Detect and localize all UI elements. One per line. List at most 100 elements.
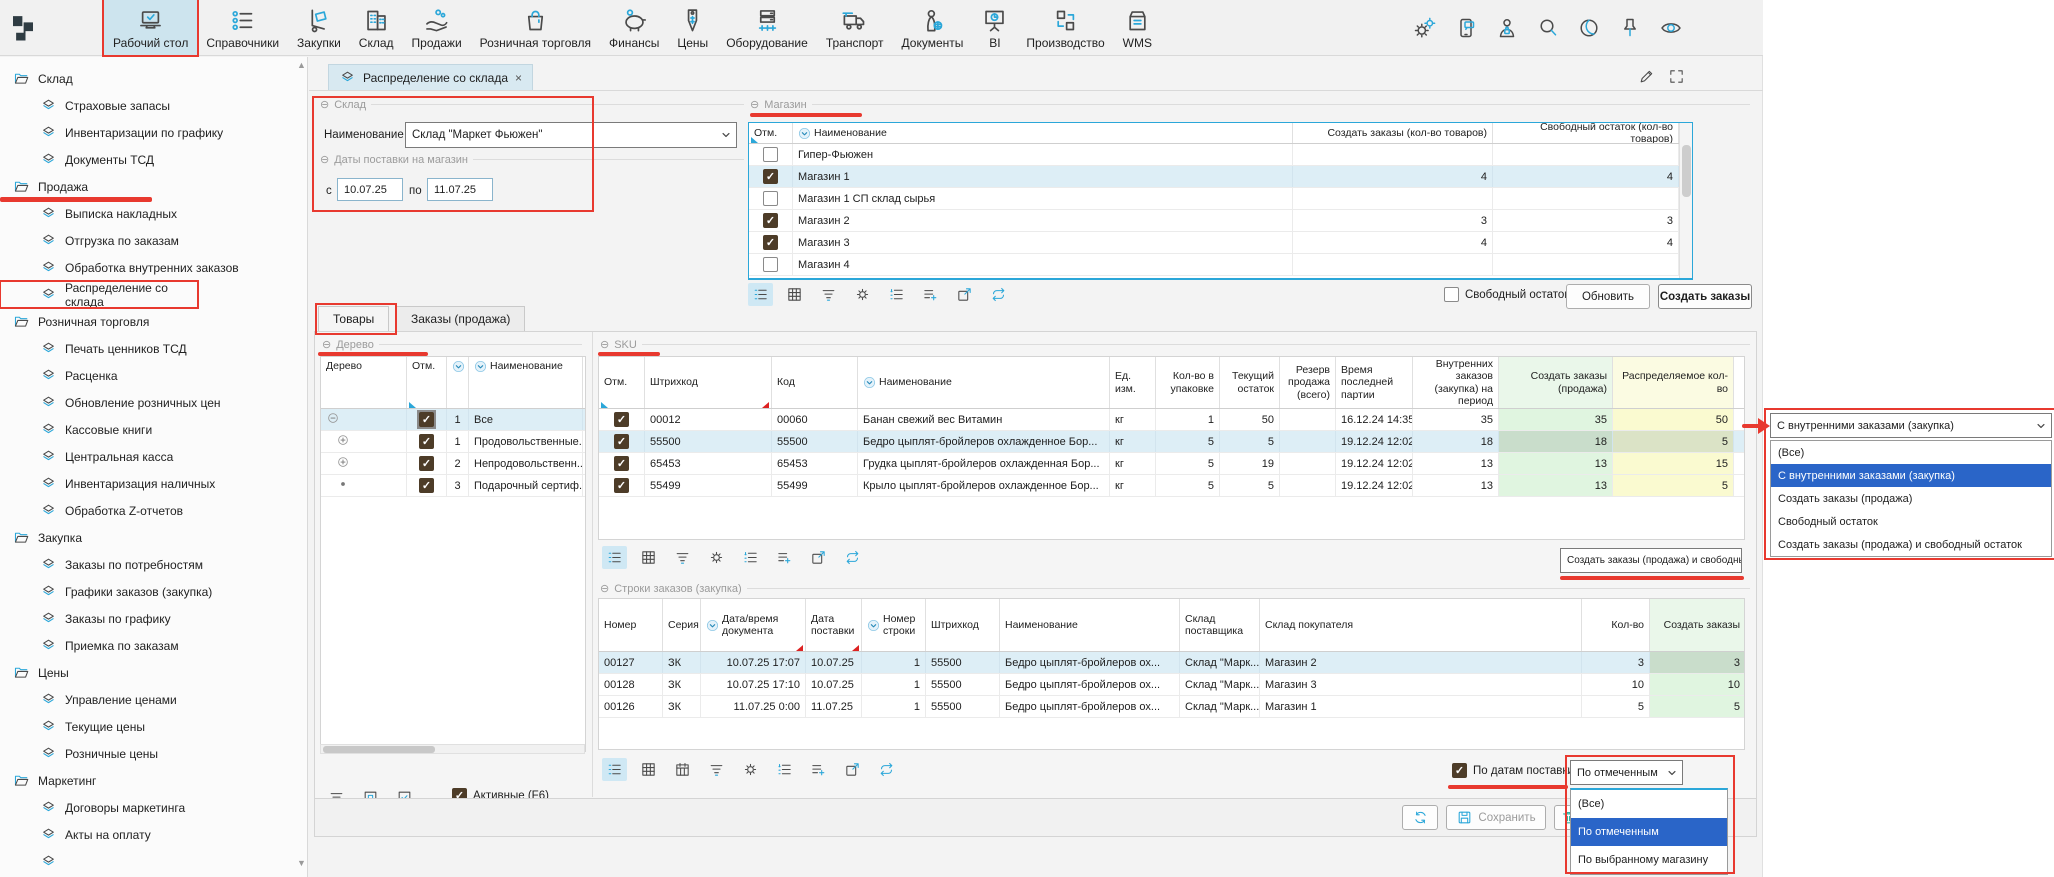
dropdown-option[interactable]: По выбранному магазину <box>1571 846 1727 874</box>
sidebar-item-страховые-запасы[interactable]: Страховые запасы <box>0 92 307 119</box>
checkbox-icon[interactable]: ✓ <box>614 478 629 493</box>
checkbox-icon[interactable]: ✓ <box>763 169 778 184</box>
fullscreen-icon[interactable] <box>1668 68 1685 85</box>
sidebar-item-центральная-касса[interactable]: Центральная касса <box>0 443 307 470</box>
table-row[interactable]: ✓5550055500Бедро цыплят-бройлеров охлажд… <box>599 431 1744 453</box>
toolbar-item-bi[interactable]: BI <box>972 0 1017 55</box>
sort-filter-icon[interactable] <box>706 619 719 632</box>
column-header[interactable]: Создать заказы (продажа) <box>1499 357 1613 408</box>
scrollbar-thumb[interactable] <box>1682 145 1691 197</box>
sidebar-item-инвентаризации-по-графику[interactable]: Инвентаризации по графику <box>0 119 307 146</box>
eye-icon[interactable] <box>1659 16 1683 40</box>
tree-expand[interactable] <box>326 433 350 450</box>
sort-filter-icon[interactable] <box>474 360 487 373</box>
sidebar-item-расценка[interactable]: Расценка <box>0 362 307 389</box>
toolbar-item-рабочий-стол[interactable]: Рабочий стол <box>104 0 197 55</box>
tblist-button[interactable] <box>748 283 773 306</box>
column-header[interactable]: Код <box>772 357 858 408</box>
table-row[interactable]: 00128ЗК10.07.25 17:1010.07.25155500Бедро… <box>599 674 1744 696</box>
sidebar-group-маркетинг[interactable]: Маркетинг <box>0 767 307 794</box>
table-row[interactable]: ✓1Продовольственные... <box>321 431 585 453</box>
lines-filter-select[interactable]: По отмеченным <box>1570 760 1683 785</box>
free-rest-checkbox[interactable]: Свободный остаток <box>1444 287 1569 302</box>
refresh-orders-button[interactable]: Обновить <box>1566 284 1650 309</box>
tbgrid-button[interactable] <box>636 758 661 781</box>
tree-expand[interactable] <box>326 411 340 428</box>
dropdown-option[interactable]: Свободный остаток <box>1771 510 2051 533</box>
sidebar-item-договоры-маркетинга[interactable]: Договоры маркетинга <box>0 794 307 821</box>
toolbar-item-финансы[interactable]: Финансы <box>600 0 668 55</box>
checkbox-icon[interactable]: ✓ <box>419 456 434 471</box>
tree-expand[interactable] <box>326 477 350 494</box>
table-row[interactable]: 00126ЗК11.07.25 0:0011.07.25155500Бедро … <box>599 696 1744 718</box>
column-header[interactable]: Штрихкод <box>926 599 1000 651</box>
tbexport-button[interactable] <box>806 546 831 569</box>
tbadd-button[interactable] <box>772 546 797 569</box>
tbfilter-button[interactable] <box>670 546 695 569</box>
tbgear-button[interactable] <box>738 758 763 781</box>
dropdown-option[interactable]: По отмеченным <box>1571 818 1727 846</box>
sort-filter-icon[interactable] <box>798 127 811 140</box>
checkbox-icon[interactable]: ✓ <box>419 434 434 449</box>
column-header[interactable]: Номер строки <box>862 599 926 651</box>
mode-popup-select[interactable]: С внутренними заказами (закупка) <box>1770 413 2052 438</box>
tbnum-button[interactable] <box>772 758 797 781</box>
checkbox-icon[interactable] <box>763 191 778 206</box>
search-icon[interactable] <box>1536 16 1560 40</box>
gears-icon[interactable] <box>1413 16 1437 40</box>
tbrefresh-button[interactable] <box>840 546 865 569</box>
tbrefresh-button[interactable] <box>874 758 899 781</box>
collapse-icon[interactable]: ⊖ <box>320 153 329 166</box>
table-row[interactable]: ✓Магазин 233 <box>749 210 1692 232</box>
column-header[interactable]: Распределяемое кол-во <box>1613 357 1734 408</box>
sidebar-item-текущие-цены[interactable]: Текущие цены <box>0 713 307 740</box>
sidebar-item-обработка-внутренних-заказов[interactable]: Обработка внутренних заказов <box>0 254 307 281</box>
tbexport-button[interactable] <box>840 758 865 781</box>
table-row[interactable]: Гипер-Фьюжен <box>749 144 1692 166</box>
toolbar-item-склад[interactable]: Склад <box>350 0 403 55</box>
toolbar-item-документы[interactable]: Документы <box>893 0 973 55</box>
tree-node-plus-icon[interactable] <box>336 433 350 447</box>
magazin-table-scrollbar[interactable] <box>1679 123 1692 278</box>
tbgrid-button[interactable] <box>782 283 807 306</box>
collapse-icon[interactable]: ⊖ <box>600 582 609 595</box>
table-row[interactable]: ✓1Все <box>321 409 585 431</box>
create-orders-button[interactable]: Создать заказы <box>1658 284 1752 309</box>
sidebar-group-склад[interactable]: Склад <box>0 65 307 92</box>
sidebar-scroll-down-icon[interactable]: ▼ <box>297 858 306 868</box>
tbexport-button[interactable] <box>952 283 977 306</box>
tree-node-dot-icon[interactable] <box>336 477 350 491</box>
table-row[interactable]: ✓6545365453Грудка цыплят-бройлеров охлаж… <box>599 453 1744 475</box>
column-header[interactable]: Внутренних заказов (закупка) на период <box>1413 357 1499 408</box>
tbnum-button[interactable] <box>738 546 763 569</box>
tbgrid-button[interactable] <box>636 546 661 569</box>
sidebar-item-распределение-со-склада[interactable]: Распределение со склада <box>0 281 198 308</box>
toolbar-item-продажи[interactable]: Продажи <box>403 0 471 55</box>
collapse-icon[interactable]: ⊖ <box>320 98 329 111</box>
toolbar-item-розничная-торговля[interactable]: Розничная торговля <box>471 0 600 55</box>
order-mode-select[interactable]: Создать заказы (продажа) и свободный ост… <box>1560 548 1742 573</box>
tbfilter-button[interactable] <box>816 283 841 306</box>
column-header[interactable]: Склад поставщика <box>1180 599 1260 651</box>
tree-h-scrollbar[interactable] <box>320 744 585 754</box>
collapse-icon[interactable]: ⊖ <box>600 338 609 351</box>
checkbox-icon[interactable]: ✓ <box>419 478 434 493</box>
checkbox-icon[interactable] <box>1444 287 1459 302</box>
checkbox-icon[interactable] <box>763 147 778 162</box>
tblist-button[interactable] <box>602 758 627 781</box>
sidebar-item-печать-ценников-тсд[interactable]: Печать ценников ТСД <box>0 335 307 362</box>
sidebar-scroll-up-icon[interactable]: ▲ <box>297 60 306 70</box>
column-header[interactable]: Свободный остаток (кол-во товаров) <box>1493 123 1679 143</box>
checkbox-icon[interactable]: ✓ <box>763 235 778 250</box>
table-row[interactable]: 00127ЗК10.07.25 17:0710.07.25155500Бедро… <box>599 652 1744 674</box>
column-header[interactable]: Отм. <box>599 357 645 408</box>
tab-zakazy-prodazha[interactable]: Заказы (продажа) <box>396 306 525 332</box>
tbadd-button[interactable] <box>806 758 831 781</box>
checkbox-icon[interactable]: ✓ <box>1452 763 1467 778</box>
phonemsg-icon[interactable] <box>1454 16 1478 40</box>
sidebar-item-управление-ценами[interactable]: Управление ценами <box>0 686 307 713</box>
tblist-button[interactable] <box>602 546 627 569</box>
dropdown-option[interactable]: С внутренними заказами (закупка) <box>1771 464 2051 487</box>
table-row[interactable]: ✓2Непродовольственн... <box>321 453 585 475</box>
column-header[interactable]: Склад покупателя <box>1260 599 1582 651</box>
